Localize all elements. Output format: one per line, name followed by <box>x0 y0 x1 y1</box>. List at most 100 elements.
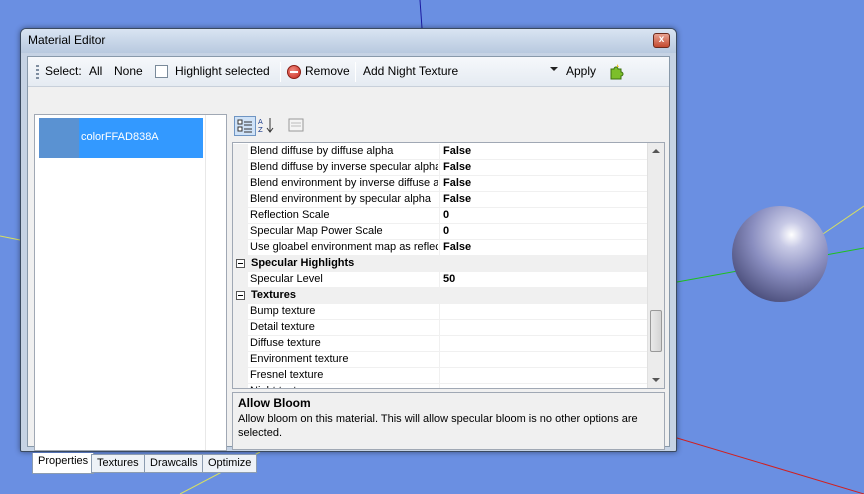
toolbar-grip-icon[interactable] <box>36 65 39 81</box>
select-all-button[interactable]: All <box>89 64 102 78</box>
material-swatch <box>39 118 79 158</box>
tab-drawcalls[interactable]: Drawcalls <box>144 454 204 473</box>
scroll-up-icon[interactable] <box>652 149 660 153</box>
row-gutter <box>233 224 248 240</box>
property-name: Environment texture <box>250 353 349 365</box>
property-value[interactable]: 0 <box>443 209 449 221</box>
property-row[interactable]: Detail texture <box>233 320 647 336</box>
material-editor-window: Material Editor x Select: All None Highl… <box>20 28 677 474</box>
property-row[interactable]: Blend diffuse by diffuse alpha False <box>233 144 647 160</box>
title-bar[interactable]: Material Editor x <box>21 29 676 53</box>
scroll-down-icon[interactable] <box>652 378 660 382</box>
property-row[interactable]: Reflection Scale 0 <box>233 208 647 224</box>
collapse-icon[interactable] <box>236 291 245 300</box>
tab-textures[interactable]: Textures <box>91 454 145 473</box>
property-grid[interactable]: Blend diffuse by diffuse alpha False Blend… <box>232 142 665 389</box>
property-value[interactable]: False <box>443 241 471 253</box>
row-divider <box>439 384 440 388</box>
property-help-pane: Allow Bloom Allow bloom on this material… <box>232 392 665 450</box>
alphabetical-view-button[interactable]: A Z <box>256 116 278 136</box>
row-divider <box>439 272 440 288</box>
tab-optimize[interactable]: Optimize <box>202 454 258 473</box>
property-row[interactable]: Environment texture <box>233 352 647 368</box>
highlight-selected-label[interactable]: Highlight selected <box>175 64 270 78</box>
row-divider <box>439 336 440 352</box>
toolbar-separator <box>280 62 281 82</box>
property-row[interactable]: Night texture <box>233 384 647 388</box>
property-pages-icon <box>288 118 304 132</box>
axis-line-blue <box>419 0 423 29</box>
puzzle-icon[interactable] <box>608 63 625 80</box>
material-list[interactable]: colorFFAD838A <box>34 114 227 451</box>
axis-line-yellow-left <box>0 235 21 241</box>
row-gutter <box>233 304 248 320</box>
property-value[interactable]: 50 <box>443 273 455 285</box>
scroll-thumb[interactable] <box>650 310 662 352</box>
property-value[interactable]: False <box>443 145 471 157</box>
property-name: Fresnel texture <box>250 369 324 381</box>
window-title: Material Editor <box>28 33 106 47</box>
toolbar-separator <box>355 62 356 82</box>
chevron-down-icon[interactable] <box>550 67 558 71</box>
property-row[interactable]: Bump texture <box>233 304 647 320</box>
property-row[interactable]: Specular Map Power Scale 0 <box>233 224 647 240</box>
apply-button[interactable]: Apply <box>566 64 596 78</box>
categorized-icon <box>237 119 252 133</box>
remove-button[interactable]: Remove <box>305 64 350 78</box>
property-row[interactable]: Diffuse texture <box>233 336 647 352</box>
help-description: Allow bloom on this material. This will … <box>238 413 638 439</box>
property-name: Reflection Scale <box>250 209 330 221</box>
property-pages-button[interactable] <box>286 116 308 136</box>
highlight-selected-checkbox[interactable] <box>155 65 168 78</box>
select-none-button[interactable]: None <box>114 64 143 78</box>
material-list-item[interactable]: colorFFAD838A <box>39 118 203 158</box>
window-client-area: Select: All None Highlight selected Remo… <box>27 56 670 474</box>
row-divider <box>439 240 440 256</box>
row-gutter <box>233 384 248 388</box>
property-row[interactable]: Blend diffuse by inverse specular alpha F… <box>233 160 647 176</box>
row-gutter <box>233 192 248 208</box>
categorized-view-button[interactable] <box>234 116 256 136</box>
property-grid-scrollbar[interactable] <box>647 143 664 388</box>
material-name: colorFFAD838A <box>81 131 159 143</box>
property-value[interactable]: False <box>443 177 471 189</box>
row-gutter <box>233 320 248 336</box>
toolbar: Select: All None Highlight selected Remo… <box>28 57 669 87</box>
row-divider <box>439 144 440 160</box>
add-texture-dropdown[interactable]: Add Night Texture <box>363 64 458 78</box>
close-button[interactable]: x <box>653 33 670 48</box>
property-name: Blend diffuse by diffuse alpha <box>250 145 394 157</box>
tab-properties[interactable]: Properties <box>32 453 95 474</box>
row-gutter <box>233 336 248 352</box>
row-divider <box>439 320 440 336</box>
property-row[interactable]: Blend environment by inverse diffuse alp… <box>233 176 647 192</box>
property-name: Blend environment by specular alpha <box>250 193 432 205</box>
row-gutter <box>233 176 248 192</box>
property-name: Night texture <box>250 385 438 388</box>
property-category[interactable]: Specular Highlights <box>233 256 647 272</box>
row-gutter <box>233 352 248 368</box>
collapse-icon[interactable] <box>236 259 245 268</box>
list-column-divider <box>205 115 206 450</box>
row-divider <box>439 304 440 320</box>
property-row[interactable]: Fresnel texture <box>233 368 647 384</box>
property-value[interactable]: False <box>443 193 471 205</box>
property-value[interactable]: False <box>443 161 471 173</box>
property-name: Bump texture <box>250 305 316 317</box>
axis-line-red <box>676 437 864 494</box>
svg-text:A: A <box>258 118 263 126</box>
category-name: Textures <box>251 289 297 301</box>
property-name: Specular Level <box>250 273 323 285</box>
row-divider <box>439 352 440 368</box>
row-divider <box>439 368 440 384</box>
property-name: Detail texture <box>250 321 315 333</box>
remove-icon[interactable] <box>287 65 301 79</box>
property-row[interactable]: Specular Level 50 <box>233 272 647 288</box>
close-icon: x <box>658 34 665 45</box>
property-row[interactable]: Use gloabel environment map as reflectio… <box>233 240 647 256</box>
property-category[interactable]: Textures <box>233 288 647 304</box>
sphere-model[interactable] <box>732 206 828 302</box>
property-value[interactable]: 0 <box>443 225 449 237</box>
row-gutter <box>233 160 248 176</box>
property-row[interactable]: Blend environment by specular alpha False <box>233 192 647 208</box>
